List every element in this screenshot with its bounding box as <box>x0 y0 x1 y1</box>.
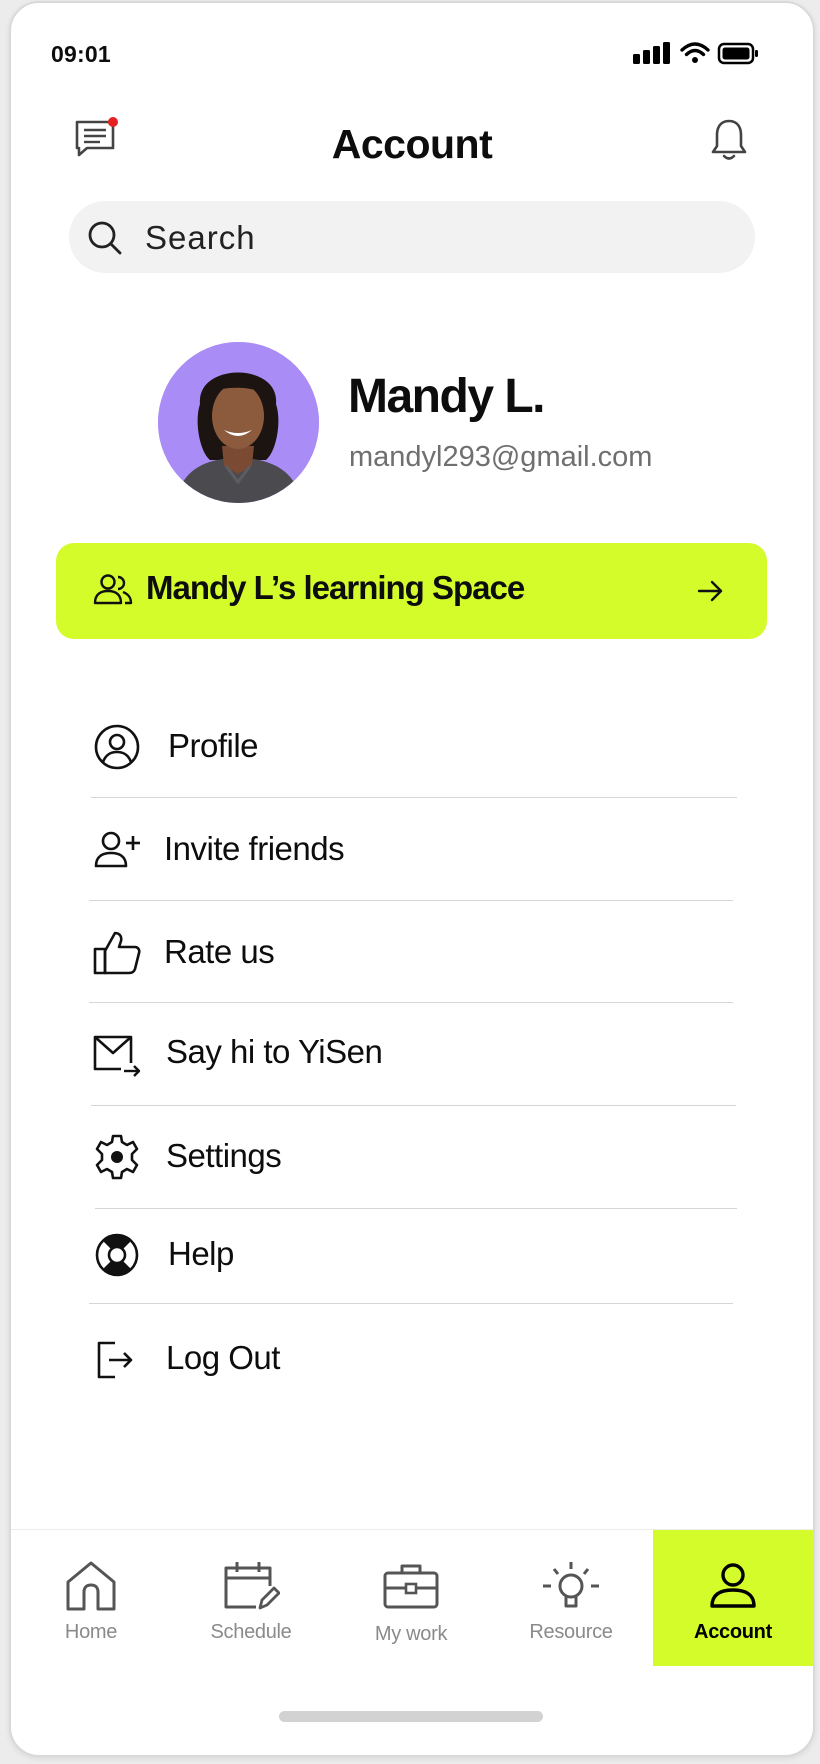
menu-item-help[interactable]: Help <box>11 1211 813 1301</box>
account-icon <box>710 1563 756 1608</box>
nav-label-resource: Resource <box>529 1621 613 1643</box>
nav-tab-home[interactable]: Home <box>11 1530 171 1666</box>
avatar <box>158 342 319 503</box>
divider <box>95 1208 737 1209</box>
menu-item-invite-friends[interactable]: Invite friends <box>11 806 813 896</box>
notifications-button[interactable] <box>709 117 749 168</box>
page-title: Account <box>331 121 493 167</box>
users-icon <box>93 574 133 605</box>
nav-tab-my-work[interactable]: My work <box>331 1530 491 1666</box>
user-name: Mandy L. <box>348 370 546 423</box>
nav-label-account: Account <box>694 1621 772 1643</box>
divider <box>89 1002 733 1003</box>
user-plus-icon <box>94 831 140 868</box>
learning-space-label: Mandy L’s learning Space <box>146 569 525 606</box>
menu-label-invite-friends: Invite friends <box>164 830 345 867</box>
menu-item-say-hi[interactable]: Say hi to YiSen <box>11 1009 813 1099</box>
briefcase-icon <box>383 1564 439 1609</box>
learning-space-button[interactable]: Mandy L’s learning Space <box>56 543 767 639</box>
divider <box>89 900 733 901</box>
logout-icon <box>97 1341 133 1379</box>
menu-label-settings: Settings <box>166 1137 282 1174</box>
home-indicator[interactable] <box>279 1711 543 1722</box>
arrow-right-icon <box>697 580 723 602</box>
lifebuoy-icon <box>95 1233 139 1277</box>
search-icon <box>88 221 122 255</box>
menu-item-profile[interactable]: Profile <box>11 703 813 793</box>
status-icons <box>631 39 761 74</box>
nav-tab-account[interactable]: Account <box>653 1530 813 1666</box>
status-time: 09:01 <box>51 41 111 67</box>
menu-label-rate-us: Rate us <box>164 933 275 970</box>
user-photo <box>158 342 319 503</box>
search-bar[interactable] <box>69 201 755 273</box>
divider <box>91 797 737 798</box>
phone-screen: 09:01 Account Search Mandy L. mandyl293@… <box>9 1 815 1757</box>
calendar-edit-icon <box>224 1562 280 1610</box>
mail-send-icon <box>93 1035 141 1077</box>
menu-label-say-hi: Say hi to YiSen <box>166 1033 383 1070</box>
nav-tab-schedule[interactable]: Schedule <box>171 1530 331 1666</box>
menu-item-settings[interactable]: Settings <box>11 1113 813 1203</box>
divider <box>91 1105 736 1106</box>
nav-tab-resource[interactable]: Resource <box>491 1530 651 1666</box>
user-circle-icon <box>94 724 140 770</box>
search-input[interactable] <box>143 213 727 263</box>
thumbs-up-icon <box>93 931 141 975</box>
menu-label-help: Help <box>168 1235 234 1272</box>
bell-icon <box>711 119 747 160</box>
nav-label-home: Home <box>64 1621 118 1643</box>
lightbulb-icon <box>543 1562 599 1608</box>
menu-item-rate-us[interactable]: Rate us <box>11 909 813 999</box>
nav-label-my-work: My work <box>374 1623 448 1645</box>
menu-item-log-out[interactable]: Log Out <box>11 1315 813 1405</box>
menu-label-log-out: Log Out <box>166 1339 280 1376</box>
gear-icon <box>95 1134 139 1180</box>
nav-label-schedule: Schedule <box>210 1621 292 1643</box>
user-email: mandyl293@gmail.com <box>349 441 653 473</box>
divider <box>89 1303 733 1304</box>
signal-wifi-battery-icon <box>633 42 758 65</box>
menu-label-profile: Profile <box>168 727 259 764</box>
home-icon <box>66 1561 116 1611</box>
